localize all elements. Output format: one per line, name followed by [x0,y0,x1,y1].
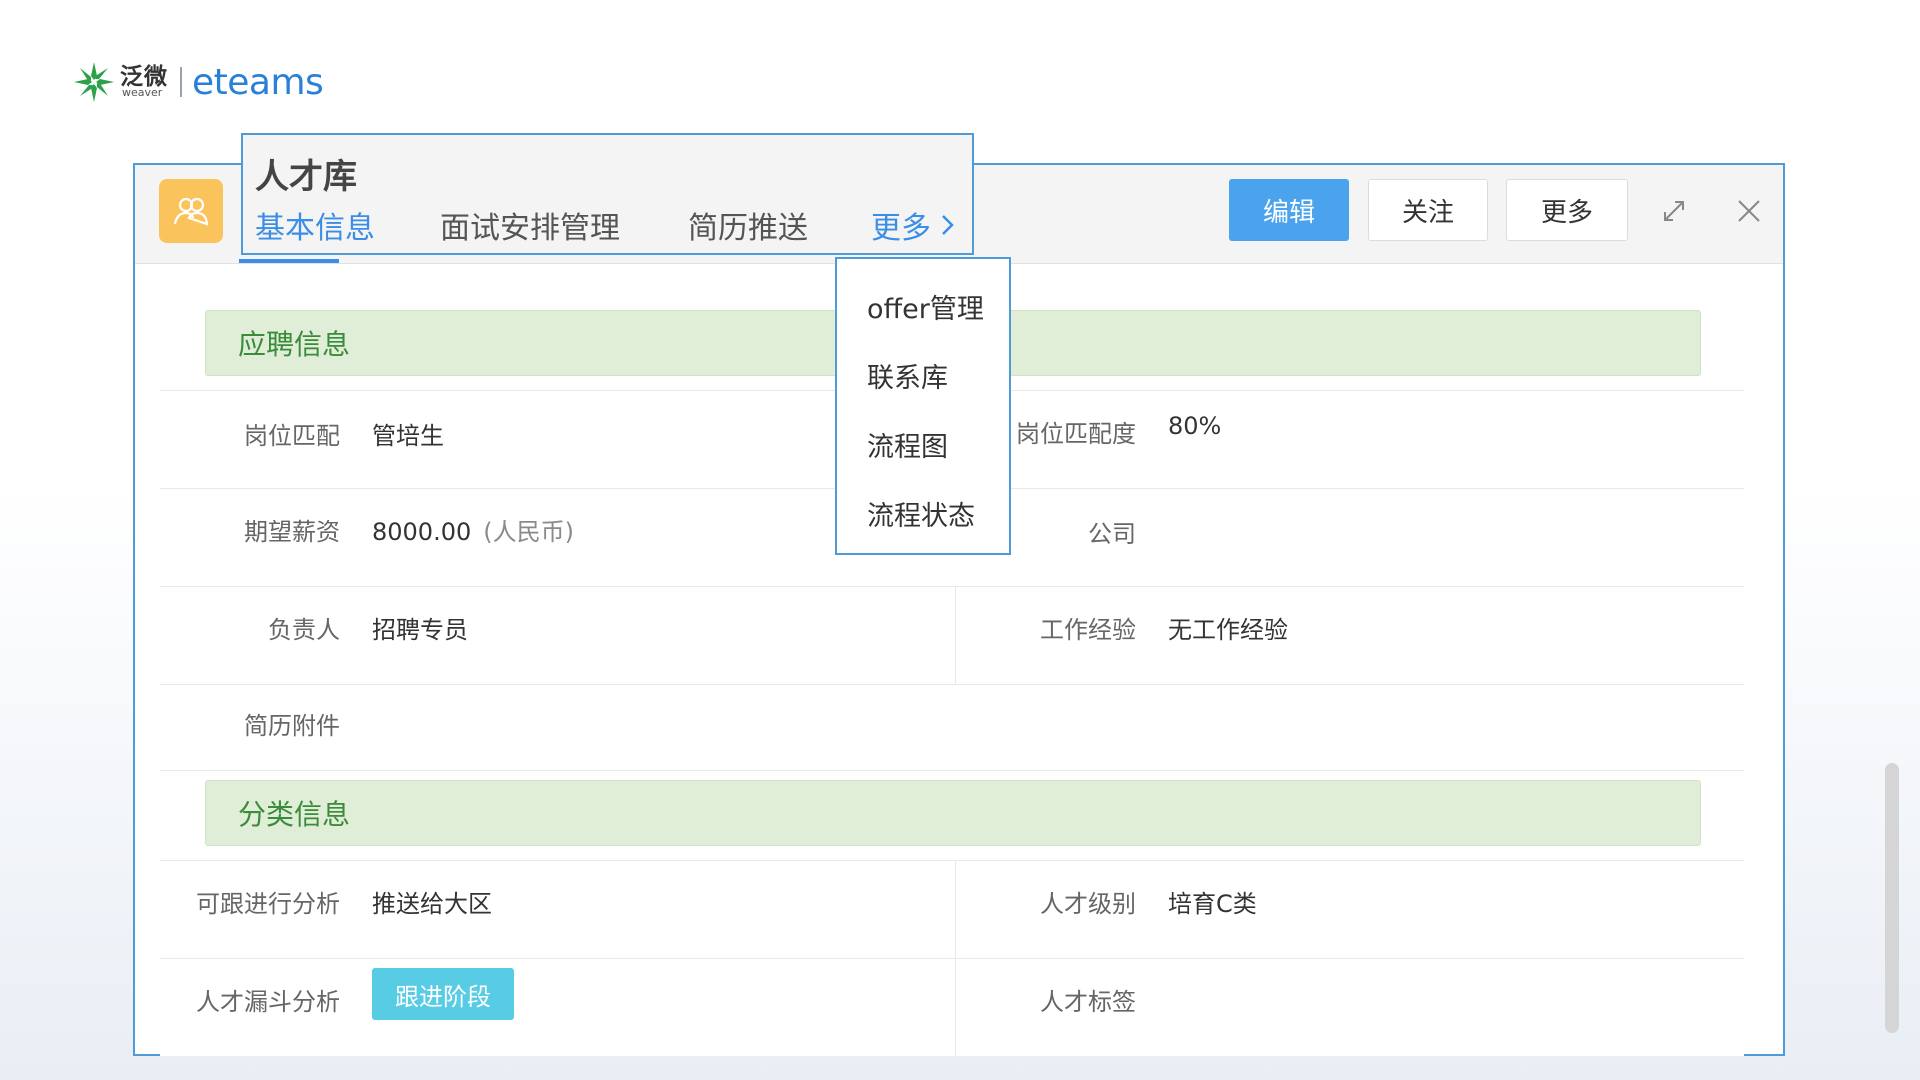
position-match-label: 岗位匹配 [244,422,340,450]
tab-interview-schedule[interactable]: 面试安排管理 [440,203,620,247]
menu-item-offer-management[interactable]: offer管理 [867,287,984,326]
resume-attachment-label: 简历附件 [244,712,340,740]
edit-button[interactable]: 编辑 [1229,179,1349,241]
owner-value: 招聘专员 [372,616,468,644]
talent-level-label: 人才级别 [1040,890,1136,918]
menu-item-flow-status[interactable]: 流程状态 [867,494,975,533]
match-degree-value: 80% [1168,412,1222,440]
owner-label: 负责人 [268,616,340,644]
active-tab-underline [239,259,339,263]
talent-funnel-label: 人才漏斗分析 [196,988,340,1016]
logo-divider [180,67,182,97]
experience-label: 工作经验 [1040,616,1136,644]
followable-analysis-value: 推送给大区 [372,890,492,918]
talent-tags-label: 人才标签 [1040,988,1136,1016]
chevron-right-icon [942,215,954,235]
weaver-eteams-logo: 泛微 weaver eteams [72,56,324,108]
followable-analysis-label: 可跟进行分析 [196,890,340,918]
menu-item-flowchart[interactable]: 流程图 [867,425,948,464]
divider [160,684,1744,685]
more-tabs-dropdown: offer管理 联系库 流程图 流程状态 [835,257,1011,555]
follow-button[interactable]: 关注 [1368,179,1488,241]
vertical-scrollbar[interactable] [1885,763,1899,1033]
expand-icon[interactable] [1656,193,1692,229]
weaver-leaf-icon [74,62,114,102]
close-icon[interactable] [1731,193,1767,229]
talent-level-value: 培育C类 [1168,890,1257,918]
salary-amount: 8000.00 [372,518,472,546]
salary-currency: (人民币) [483,518,574,546]
divider [160,586,1744,587]
divider [160,770,1744,771]
divider [160,860,1744,861]
logo-sub-text: weaver [122,86,163,99]
position-match-value: 管培生 [372,422,444,450]
follow-stage-tag[interactable]: 跟进阶段 [372,968,514,1020]
experience-value: 无工作经验 [1168,616,1288,644]
page-title: 人才库 [255,157,357,197]
expected-salary-label: 期望薪资 [244,518,340,546]
people-group-icon [173,197,209,226]
tab-basic-info[interactable]: 基本信息 [255,203,375,247]
logo-cn-text: 泛微 [120,64,168,90]
divider [160,958,1744,959]
tab-more[interactable]: 更多 [871,203,957,247]
more-button[interactable]: 更多 [1506,179,1628,241]
section-title-classification: 分类信息 [205,780,1701,846]
expected-salary-value: 8000.00 (人民币) [372,512,574,547]
title-tabs-popup: 人才库 基本信息 面试安排管理 简历推送 更多 [241,133,974,255]
logo-product-name: eteams [192,61,324,103]
avatar [159,179,223,243]
tab-more-label: 更多 [871,211,931,246]
menu-item-contact-library[interactable]: 联系库 [867,356,948,395]
tab-resume-push[interactable]: 简历推送 [688,203,808,247]
